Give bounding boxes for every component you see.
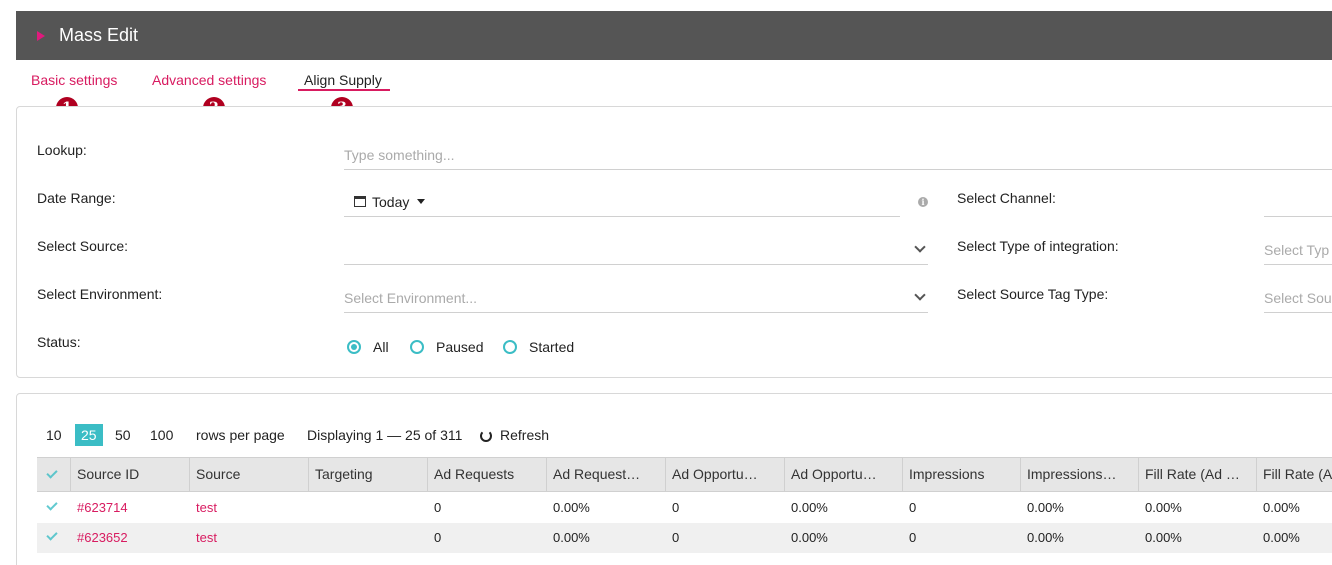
status-radio-all[interactable]: All (347, 339, 389, 355)
page-size-50[interactable]: 50 (115, 427, 131, 443)
cell-ad-opportunities-pct: 0.00% (791, 530, 828, 545)
select-source-tag-label: Select Source Tag Type: (957, 286, 1109, 302)
source-id-link[interactable]: #623714 (70, 493, 128, 523)
expand-triangle-icon (37, 30, 45, 41)
status-option-label: Paused (436, 339, 484, 355)
rows-per-page-label: rows per page (196, 427, 285, 443)
table-row[interactable]: #623652 test 0 0.00% 0 0.00% 0 0.00% 0.0… (37, 523, 1332, 553)
col-ad-opportunities[interactable]: Ad Opportu… (665, 458, 784, 491)
status-option-label: All (373, 339, 389, 355)
caret-down-icon (417, 199, 426, 204)
status-option-label: Started (529, 339, 575, 355)
status-radio-started[interactable]: Started (503, 339, 574, 355)
date-range-value: Today (372, 193, 410, 210)
source-tag-placeholder: Select Sou (1264, 289, 1332, 306)
cell-impressions: 0 (909, 500, 917, 515)
cell-ad-request-pct: 0.00% (553, 530, 590, 545)
cell-ad-opportunities: 0 (672, 500, 680, 515)
col-ad-opportunities-pct[interactable]: Ad Opportu… (784, 458, 903, 491)
select-source-tag-dropdown[interactable]: Select Sou (1264, 283, 1332, 313)
col-fill-rate-2[interactable]: Fill Rate (Ad (1256, 458, 1332, 491)
select-source-label: Select Source: (37, 238, 129, 254)
select-environment-dropdown[interactable]: Select Environment... (344, 283, 928, 313)
lookup-label: Lookup: (37, 142, 87, 158)
col-source[interactable]: Source (189, 458, 308, 491)
chevron-down-icon (914, 289, 926, 301)
col-impressions-pct[interactable]: Impressions… (1020, 458, 1139, 491)
source-link[interactable]: test (189, 523, 217, 553)
tab-advanced-settings[interactable]: Advanced settings (152, 72, 266, 88)
table-row[interactable]: #623714 test 0 0.00% 0 0.00% 0 0.00% 0.0… (37, 493, 1332, 523)
integration-placeholder: Select Typ (1264, 241, 1330, 258)
tab-align-supply[interactable]: Align Supply (304, 72, 382, 88)
col-impressions[interactable]: Impressions (902, 458, 1021, 491)
select-source-dropdown[interactable] (344, 235, 928, 265)
cell-ad-opportunities-pct: 0.00% (791, 500, 828, 515)
source-link[interactable]: test (189, 493, 217, 523)
page-size-10[interactable]: 10 (46, 427, 62, 443)
cell-targeting (308, 523, 315, 553)
row-check-icon[interactable] (46, 499, 58, 511)
page-size-100[interactable]: 100 (150, 427, 173, 443)
cell-fill-rate-1: 0.00% (1145, 500, 1182, 515)
select-environment-label: Select Environment: (37, 286, 163, 302)
lookup-input[interactable]: Type something... (344, 140, 1332, 170)
select-all-check-icon[interactable] (46, 467, 58, 479)
date-range-button[interactable]: Today (344, 193, 426, 210)
info-icon[interactable]: i (918, 197, 928, 207)
col-ad-request-pct[interactable]: Ad Request… (546, 458, 665, 491)
cell-ad-request-pct: 0.00% (553, 500, 590, 515)
col-ad-requests[interactable]: Ad Requests (427, 458, 546, 491)
cell-ad-requests: 0 (434, 530, 442, 545)
date-range-picker[interactable]: Today (344, 187, 900, 217)
col-targeting[interactable]: Targeting (308, 458, 427, 491)
environment-placeholder: Select Environment... (344, 289, 478, 306)
status-radio-paused[interactable]: Paused (410, 339, 483, 355)
select-channel-dropdown[interactable] (1264, 187, 1332, 217)
cell-impressions-pct: 0.00% (1027, 530, 1064, 545)
radio-checked-icon (347, 340, 361, 354)
displaying-count: Displaying 1 — 25 of 311 (307, 427, 463, 443)
page-title: Mass Edit (59, 25, 139, 45)
status-label: Status: (37, 334, 81, 350)
cell-targeting (308, 493, 315, 523)
radio-unchecked-icon (503, 340, 517, 354)
calendar-icon (354, 196, 366, 207)
cell-ad-requests: 0 (434, 500, 442, 515)
mass-edit-header[interactable]: Mass Edit (16, 11, 1332, 60)
lookup-placeholder: Type something... (344, 146, 455, 163)
row-check-icon[interactable] (46, 529, 58, 541)
source-id-link[interactable]: #623652 (70, 523, 128, 553)
select-integration-dropdown[interactable]: Select Typ (1264, 235, 1332, 265)
tab-basic-settings[interactable]: Basic settings (31, 72, 117, 88)
refresh-icon[interactable] (480, 430, 492, 442)
col-source-id[interactable]: Source ID (70, 458, 189, 491)
radio-unchecked-icon (410, 340, 424, 354)
cell-ad-opportunities: 0 (672, 530, 680, 545)
date-range-label: Date Range: (37, 190, 116, 206)
cell-fill-rate-1: 0.00% (1145, 530, 1182, 545)
tab-bar: Basic settings Advanced settings Align S… (0, 60, 1332, 108)
chevron-down-icon (914, 241, 926, 253)
cell-fill-rate-2: 0.00% (1263, 500, 1300, 515)
refresh-button[interactable]: Refresh (500, 427, 549, 443)
table-header: Source ID Source Targeting Ad Requests A… (37, 457, 1332, 492)
cell-impressions-pct: 0.00% (1027, 500, 1064, 515)
page-size-25[interactable]: 25 (75, 424, 103, 446)
col-fill-rate-1[interactable]: Fill Rate (Ad … (1138, 458, 1257, 491)
select-channel-label: Select Channel: (957, 190, 1056, 206)
select-integration-label: Select Type of integration: (957, 238, 1119, 254)
active-tab-underline (298, 89, 390, 91)
cell-impressions: 0 (909, 530, 917, 545)
cell-fill-rate-2: 0.00% (1263, 530, 1300, 545)
